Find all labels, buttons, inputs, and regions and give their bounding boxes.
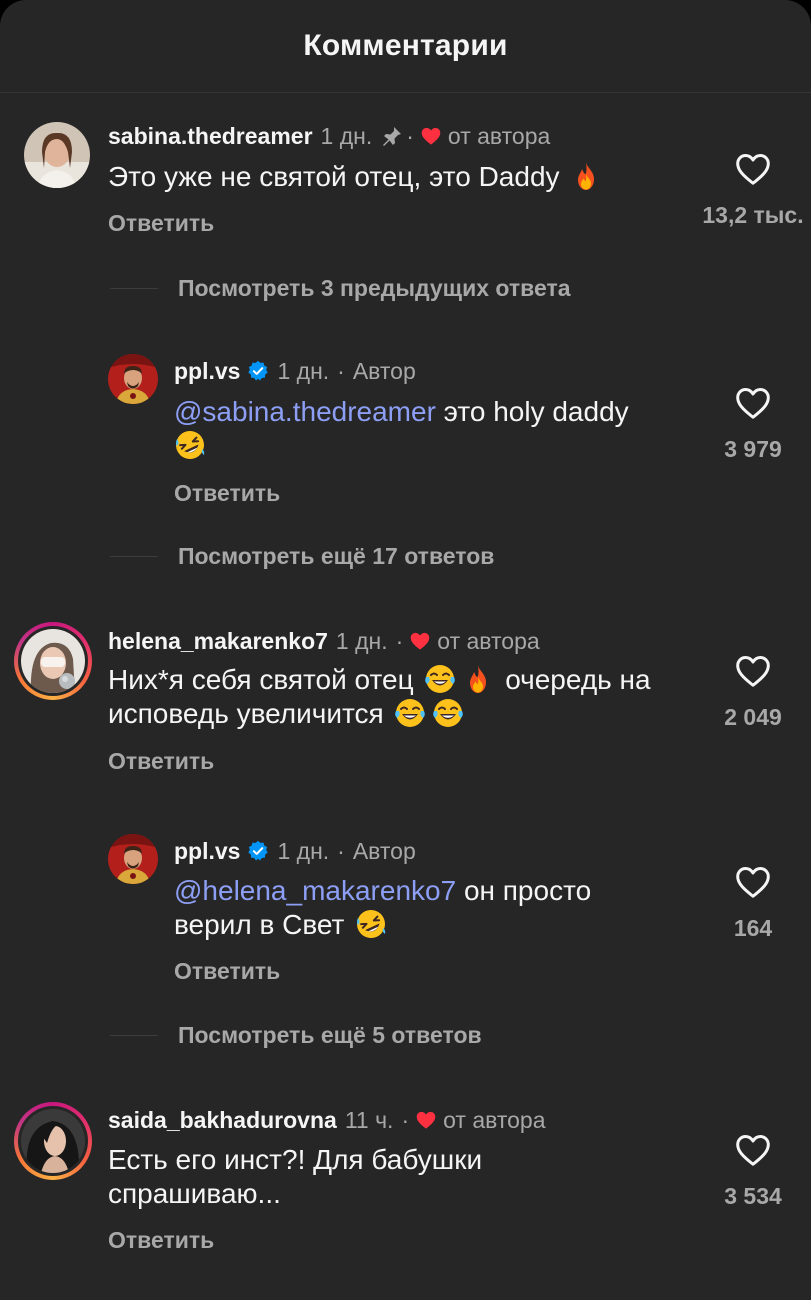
separator: · [337, 357, 345, 384]
view-replies-button[interactable]: Посмотреть ещё 5 ответов [110, 1022, 482, 1049]
comment-meta: sabina.thedreamer 1 дн. · от автора [108, 121, 550, 151]
joy-emoji [394, 697, 426, 729]
separator: · [406, 122, 414, 149]
like-heart-icon[interactable] [735, 386, 771, 420]
comment-body: Них*я себя святой отец [108, 664, 414, 695]
avatar-photo [21, 1109, 85, 1173]
page-title: Комментарии [303, 29, 508, 62]
heart-filled-icon [409, 631, 431, 651]
comment-meta: ppl.vs 1 дн. · Автор [174, 836, 416, 866]
author-badge: Автор [352, 837, 416, 864]
like-heart-icon[interactable] [735, 1133, 771, 1167]
comment-body: Есть его инст?! Для бабушки спрашиваю... [108, 1144, 483, 1209]
comments-header: Комментарии [0, 0, 811, 93]
separator: · [337, 837, 345, 864]
comment-text: Есть его инст?! Для бабушки спрашиваю... [108, 1143, 538, 1211]
timestamp: 1 дн. [277, 357, 330, 384]
username[interactable]: ppl.vs [174, 358, 240, 385]
avatar [21, 1109, 85, 1173]
comments-sheet: Комментарии sabina.thedreamer 1 дн. · от… [0, 0, 811, 1300]
timestamp: 1 дн. [277, 837, 330, 864]
like-control: 164 [703, 865, 803, 942]
like-heart-icon[interactable] [735, 654, 771, 688]
view-replies-button[interactable]: Посмотреть ещё 17 ответов [110, 543, 494, 570]
timestamp: 1 дн. [335, 627, 388, 654]
comment-meta: saida_bakhadurovna 11 ч. · от автора [108, 1105, 546, 1135]
author-badge: Автор [352, 357, 416, 384]
like-control: 2 049 [703, 654, 803, 731]
avatar[interactable] [24, 122, 90, 188]
mention-link[interactable]: @sabina.thedreamer [174, 396, 436, 427]
view-replies-label: Посмотреть ещё 17 ответов [178, 543, 495, 569]
like-control: 3 979 [703, 386, 803, 463]
comment-meta: helena_makarenko7 1 дн. · от автора [108, 626, 540, 656]
reply-button[interactable]: Ответить [174, 480, 280, 507]
avatar[interactable] [108, 834, 158, 884]
avatar-story-ring[interactable] [14, 1102, 92, 1180]
username[interactable]: ppl.vs [174, 838, 240, 865]
author-liked-label: от автора [443, 1106, 546, 1133]
timestamp: 11 ч. [344, 1106, 394, 1133]
avatar-photo [21, 629, 85, 693]
joy-emoji [424, 663, 456, 695]
divider-line [110, 1035, 158, 1036]
pin-icon [383, 127, 402, 146]
divider-line [110, 556, 158, 557]
comment-body: это holy daddy [435, 396, 629, 427]
like-count: 164 [733, 915, 773, 941]
like-heart-icon[interactable] [735, 152, 771, 186]
mention-link[interactable]: @helena_makarenko7 [174, 875, 456, 906]
avatar [21, 629, 85, 693]
rofl-emoji [355, 908, 387, 940]
separator: · [401, 1106, 410, 1133]
separator: · [395, 627, 404, 654]
view-replies-label: Посмотреть ещё 5 ответов [178, 1022, 482, 1048]
rofl-emoji [174, 429, 206, 461]
heart-filled-icon [420, 126, 442, 146]
comment-text: @sabina.thedreamer это holy daddy [174, 395, 694, 463]
comment-text: Это уже не святой отец, это Daddy [108, 160, 698, 194]
like-count: 2 049 [724, 704, 782, 730]
comment-text: @helena_makarenko7 он просто верил в Све… [174, 874, 644, 942]
reply-button[interactable]: Ответить [108, 210, 214, 237]
avatar-story-ring[interactable] [14, 622, 92, 700]
like-control: 3 534 [703, 1133, 803, 1210]
avatar-photo [24, 122, 90, 188]
avatar-photo [108, 354, 158, 404]
fire-emoji [462, 663, 494, 695]
verified-icon [247, 840, 269, 862]
timestamp: 1 дн. [320, 122, 373, 149]
divider-line [110, 288, 158, 289]
like-count: 3 534 [724, 1183, 782, 1209]
view-replies-label: Посмотреть 3 предыдущих ответа [178, 275, 571, 301]
reply-button[interactable]: Ответить [108, 748, 214, 775]
like-heart-icon[interactable] [735, 865, 771, 899]
comment-meta: ppl.vs 1 дн. · Автор [174, 356, 416, 386]
verified-icon [247, 360, 269, 382]
reply-button[interactable]: Ответить [174, 958, 280, 985]
fire-emoji [570, 160, 602, 192]
author-liked-label: от автора [447, 122, 551, 149]
avatar[interactable] [108, 354, 158, 404]
username[interactable]: helena_makarenko7 [108, 628, 328, 655]
like-control: 13,2 тыс. [702, 152, 804, 229]
comment-text: Них*я себя святой отец очередь на испове… [108, 663, 703, 731]
reply-button[interactable]: Ответить [108, 1227, 214, 1254]
avatar-photo [108, 834, 158, 884]
username[interactable]: saida_bakhadurovna [108, 1107, 337, 1134]
username[interactable]: sabina.thedreamer [108, 123, 313, 150]
like-count: 3 979 [724, 436, 782, 462]
comment-body: Это уже не святой отец, это Daddy [108, 161, 560, 192]
author-liked-label: от автора [437, 627, 540, 654]
view-replies-button[interactable]: Посмотреть 3 предыдущих ответа [110, 275, 571, 302]
joy-emoji [432, 697, 464, 729]
heart-filled-icon [415, 1110, 437, 1130]
like-count: 13,2 тыс. [702, 202, 804, 228]
